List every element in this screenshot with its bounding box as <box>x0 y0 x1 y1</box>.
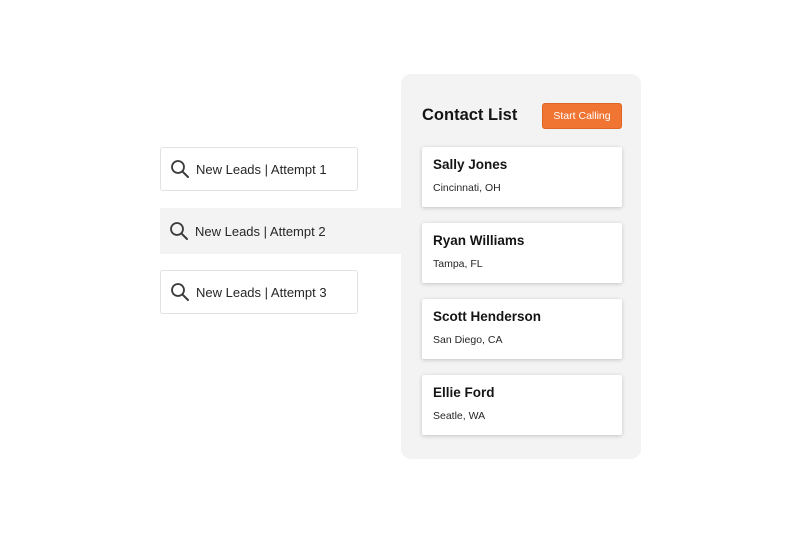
contact-card[interactable]: Ryan Williams Tampa, FL <box>422 223 622 283</box>
saved-search-label: New Leads | Attempt 2 <box>195 223 326 239</box>
contact-list-title: Contact List <box>422 106 518 124</box>
search-icon <box>171 283 189 301</box>
saved-search-label: New Leads | Attempt 1 <box>196 161 327 177</box>
contact-name: Sally Jones <box>433 157 508 172</box>
contact-card[interactable]: Scott Henderson San Diego, CA <box>422 299 622 359</box>
stage: New Leads | Attempt 1 New Leads | Attemp… <box>0 0 800 533</box>
saved-search-item-1[interactable]: New Leads | Attempt 1 <box>160 147 358 191</box>
contact-location: San Diego, CA <box>433 334 503 346</box>
contact-location: Tampa, FL <box>433 258 483 270</box>
saved-search-label: New Leads | Attempt 3 <box>196 284 327 300</box>
contact-location: Seatle, WA <box>433 410 486 422</box>
contact-card[interactable]: Sally Jones Cincinnati, OH <box>422 147 622 207</box>
saved-search-item-3[interactable]: New Leads | Attempt 3 <box>160 270 358 314</box>
saved-search-item-2[interactable]: New Leads | Attempt 2 <box>160 208 402 254</box>
contact-location: Cincinnati, OH <box>433 182 501 194</box>
contact-name: Scott Henderson <box>433 309 542 324</box>
contact-name: Ryan Williams <box>433 233 525 248</box>
search-icon <box>171 160 189 178</box>
contact-name: Ellie Ford <box>433 385 495 400</box>
contact-card[interactable]: Ellie Ford Seatle, WA <box>422 375 622 435</box>
start-calling-button[interactable]: Start Calling <box>542 103 622 129</box>
contact-list-panel: Contact List Start Calling Sally Jones C… <box>401 74 641 459</box>
search-icon <box>170 222 188 240</box>
